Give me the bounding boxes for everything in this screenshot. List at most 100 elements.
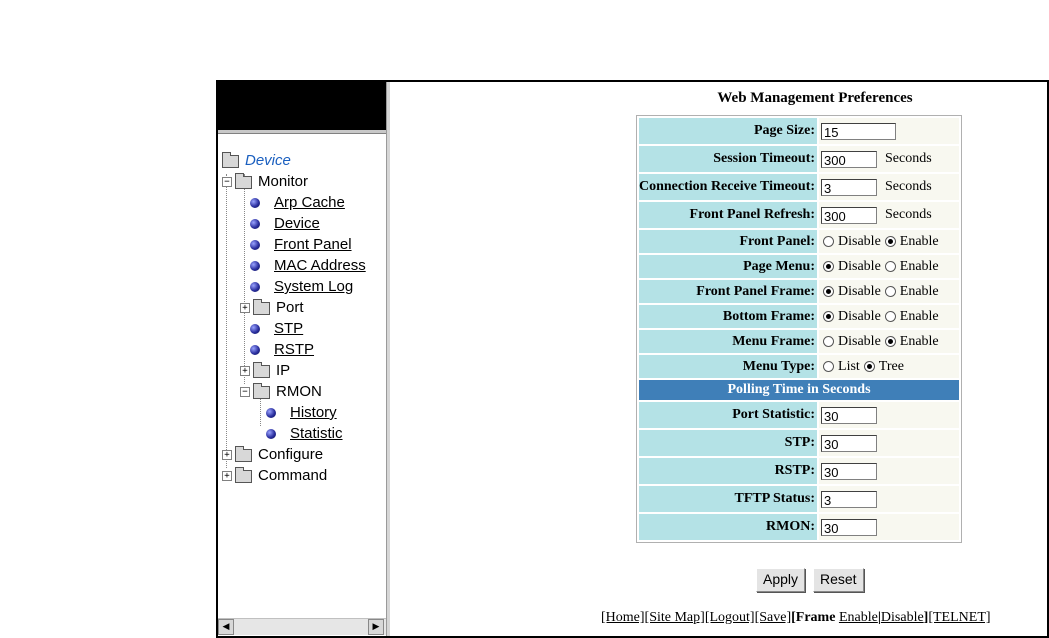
radio-front-panel-frame-disable[interactable] (823, 285, 835, 297)
tree-item-statistic[interactable]: Statistic (266, 423, 343, 444)
tree-item-front-panel[interactable]: Front Panel (250, 234, 352, 255)
label-rstp: RSTP: (639, 458, 818, 484)
unit-label: Seconds (885, 151, 932, 167)
footer-links: [Home][Site Map][Logout][Save][Frame Ena… (601, 610, 991, 626)
folder-closed-icon (235, 466, 252, 483)
radio-menu-type-list[interactable] (823, 360, 835, 372)
label-page-size: Page Size: (639, 118, 818, 144)
label-port-statistic: Port Statistic: (639, 402, 818, 428)
connection-timeout-input[interactable]: 3 (821, 178, 878, 196)
radio-front-panel-enable[interactable] (884, 235, 896, 247)
polling-section-heading: Polling Time in Seconds (639, 380, 960, 400)
folder-closed-icon (253, 361, 270, 378)
radio-menu-frame-disable[interactable] (823, 335, 835, 347)
rmon-input[interactable]: 30 (821, 518, 878, 536)
nav-divider (218, 130, 386, 134)
radio-bottom-frame-disable[interactable] (823, 310, 835, 322)
radio-menu-frame-enable[interactable] (884, 335, 896, 347)
label-tftp-status: TFTP Status: (639, 486, 818, 512)
tree-line (226, 174, 227, 468)
expand-icon[interactable]: + (222, 471, 232, 482)
page-size-input[interactable]: 15 (821, 122, 897, 140)
rstp-input[interactable]: 30 (821, 462, 878, 480)
bullet-icon (250, 261, 260, 272)
radio-page-menu-enable[interactable] (884, 260, 896, 272)
preferences-table: Page Size: 15 Session Timeout: 300 Second… (636, 115, 963, 543)
folder-closed-icon (235, 445, 252, 462)
label-connection-receive-timeout: Connection Receive Timeout: (639, 174, 818, 200)
navigation-frame: Device − Monitor Arp Cache Device Front P… (218, 82, 386, 636)
tree-node-rmon[interactable]: − RMON (240, 381, 322, 402)
expand-icon[interactable]: + (222, 450, 232, 461)
expand-icon[interactable]: + (240, 303, 250, 314)
home-link[interactable]: [Home] (601, 610, 645, 625)
tree-item-mac-address[interactable]: MAC Address (250, 255, 366, 276)
folder-open-icon (222, 151, 239, 168)
tree-item-device[interactable]: Device (250, 213, 320, 234)
tree-node-device-root[interactable]: Device (222, 150, 291, 171)
label-bottom-frame: Bottom Frame: (639, 305, 818, 328)
collapse-icon[interactable]: − (240, 387, 250, 398)
folder-closed-icon (253, 298, 270, 315)
tree-item-rstp[interactable]: RSTP (250, 339, 314, 360)
tree-node-ip[interactable]: + IP (240, 360, 290, 381)
tree-item-stp[interactable]: STP (250, 318, 303, 339)
folder-open-icon (235, 172, 252, 189)
collapse-icon[interactable]: − (222, 177, 232, 188)
unit-label: Seconds (885, 207, 932, 223)
label-front-panel-frame: Front Panel Frame: (639, 280, 818, 303)
arrow-left-icon[interactable]: ◀ (218, 619, 234, 635)
site-map-link[interactable]: [Site Map] (645, 610, 705, 625)
tree-node-command[interactable]: + Command (222, 465, 327, 486)
label-page-menu: Page Menu: (639, 255, 818, 278)
telnet-link[interactable]: [TELNET] (928, 610, 990, 625)
apply-button[interactable]: Apply (756, 568, 806, 592)
tree-node-port[interactable]: + Port (240, 297, 304, 318)
frame-enable-link[interactable]: Enable (839, 610, 878, 625)
bullet-icon (250, 219, 260, 230)
port-statistic-input[interactable]: 30 (821, 406, 878, 424)
tree-item-system-log[interactable]: System Log (250, 276, 353, 297)
session-timeout-input[interactable]: 300 (821, 150, 878, 168)
tree-item-arp-cache[interactable]: Arp Cache (250, 192, 345, 213)
unit-label: Seconds (885, 179, 932, 195)
radio-menu-type-tree[interactable] (863, 360, 875, 372)
frame-disable-link[interactable]: Disable (881, 610, 924, 625)
bullet-icon (266, 408, 276, 419)
label-front-panel-refresh: Front Panel Refresh: (639, 202, 818, 228)
tree-node-configure[interactable]: + Configure (222, 444, 323, 465)
folder-open-icon (253, 382, 270, 399)
logout-link[interactable]: [Logout] (705, 610, 755, 625)
label-stp: STP: (639, 430, 818, 456)
reset-button[interactable]: Reset (813, 568, 864, 592)
bullet-icon (250, 345, 260, 356)
label-session-timeout: Session Timeout: (639, 146, 818, 172)
label-menu-type: Menu Type: (639, 355, 818, 378)
label-rmon: RMON: (639, 514, 818, 540)
tree-item-history[interactable]: History (266, 402, 337, 423)
tree-line (244, 174, 245, 384)
label-front-panel: Front Panel: (639, 230, 818, 253)
page-title: Web Management Preferences (717, 90, 913, 106)
radio-front-panel-frame-enable[interactable] (884, 285, 896, 297)
radio-bottom-frame-enable[interactable] (884, 310, 896, 322)
bullet-icon (250, 324, 260, 335)
content-frame: Web Management Preferences Page Size: 15… (390, 82, 1047, 636)
frame-label: [Frame (791, 610, 836, 625)
bullet-icon (266, 429, 276, 440)
save-link[interactable]: [Save] (755, 610, 792, 625)
bullet-icon (250, 240, 260, 251)
bullet-icon (250, 198, 260, 209)
radio-page-menu-disable[interactable] (823, 260, 835, 272)
arrow-right-icon[interactable]: ▶ (368, 619, 384, 635)
bullet-icon (250, 282, 260, 293)
stp-input[interactable]: 30 (821, 434, 878, 452)
horizontal-scrollbar[interactable]: ◀ ▶ (218, 618, 386, 635)
browser-frameset: Device − Monitor Arp Cache Device Front P… (216, 80, 1049, 638)
tftp-status-input[interactable]: 3 (821, 490, 878, 508)
expand-icon[interactable]: + (240, 366, 250, 377)
front-panel-refresh-input[interactable]: 300 (821, 206, 878, 224)
radio-front-panel-disable[interactable] (823, 235, 835, 247)
nav-header-banner (218, 82, 386, 130)
tree-node-monitor[interactable]: − Monitor (222, 171, 308, 192)
